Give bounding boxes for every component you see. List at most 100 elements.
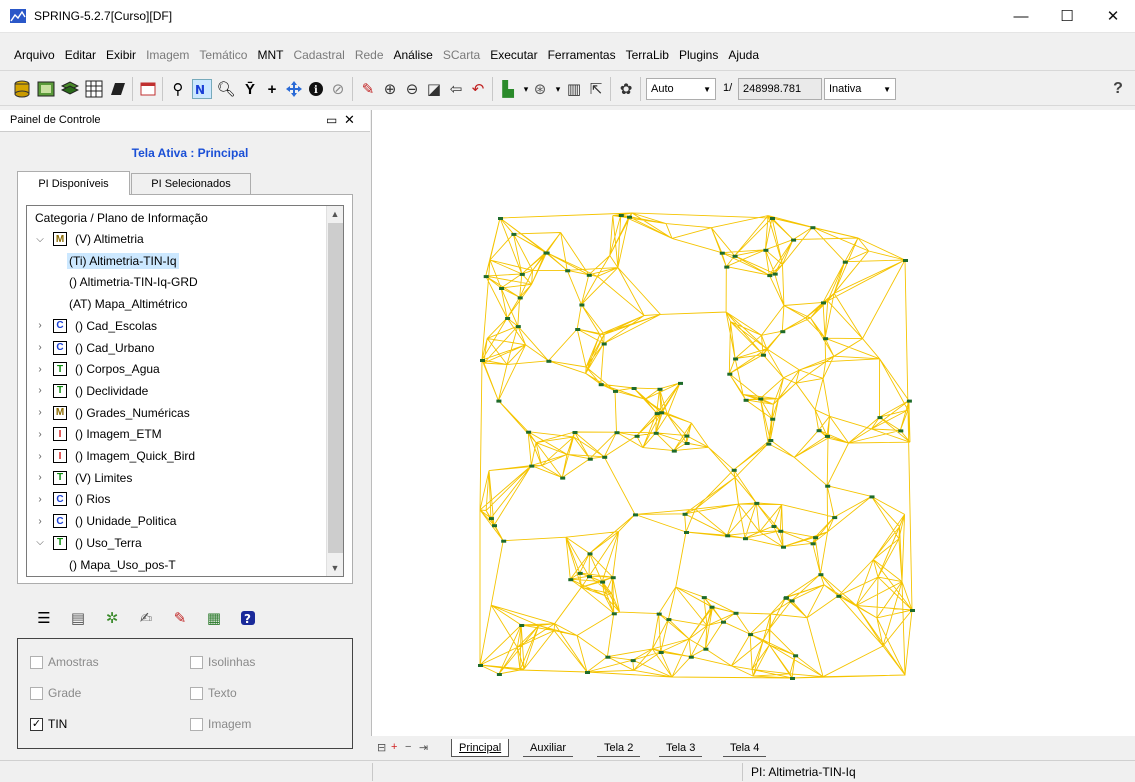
- tile-icon[interactable]: ⊟: [377, 741, 386, 754]
- menu-arquivo[interactable]: Arquivo: [14, 48, 55, 62]
- tag-icon[interactable]: ⊘: [328, 79, 348, 99]
- chevron-right-icon[interactable]: ›: [33, 494, 47, 505]
- chevron-right-icon[interactable]: ›: [33, 385, 47, 396]
- toggle-draw-icon[interactable]: N: [192, 79, 212, 99]
- project-icon[interactable]: [36, 79, 56, 99]
- tree-layer-item[interactable]: () Altimetria-TIN-Iq-GRD: [67, 272, 200, 292]
- scroll-thumb[interactable]: [328, 223, 343, 553]
- checkbox-box[interactable]: [30, 686, 43, 700]
- menu-cadastral[interactable]: Cadastral: [293, 48, 344, 62]
- database-icon[interactable]: [12, 79, 32, 99]
- tree-category-item[interactable]: › I () Imagem_ETM: [33, 424, 164, 444]
- info-icon[interactable]: i: [306, 79, 326, 99]
- tree-category-item[interactable]: › T (V) Limites: [33, 468, 134, 488]
- edit-icon[interactable]: ✍: [135, 607, 157, 629]
- map-canvas[interactable]: [371, 110, 1135, 736]
- menu-imagem[interactable]: Imagem: [146, 48, 189, 62]
- float-panel-icon[interactable]: ▭: [326, 113, 337, 127]
- menu-tem-tico[interactable]: Temático: [199, 48, 247, 62]
- menu-scarta[interactable]: SCarta: [443, 48, 480, 62]
- menu-editar[interactable]: Editar: [65, 48, 96, 62]
- add-screen-icon[interactable]: +: [391, 741, 397, 753]
- menu-mnt[interactable]: MNT: [257, 48, 283, 62]
- checkbox-imagem[interactable]: Imagem: [190, 717, 251, 731]
- chevron-right-icon[interactable]: ›: [33, 320, 47, 331]
- checkbox-texto[interactable]: Texto: [190, 686, 237, 700]
- tree-category-item[interactable]: › M () Grades_Numéricas: [33, 403, 192, 423]
- layer-tree[interactable]: Categoria / Plano de Informação ⌵ M (V) Al…: [26, 205, 344, 577]
- color-table-icon[interactable]: ▙: [498, 79, 518, 99]
- cursor-plus-icon[interactable]: ⇱: [586, 79, 606, 99]
- checkbox-isolinhas[interactable]: Isolinhas: [190, 655, 255, 669]
- palette-icon[interactable]: ✿: [616, 79, 636, 99]
- menu-rede[interactable]: Rede: [355, 48, 384, 62]
- state-select[interactable]: Inativa ▼: [824, 78, 896, 100]
- screen-tab-tela-2[interactable]: Tela 2: [597, 739, 641, 757]
- chevron-down-icon[interactable]: ⌵: [33, 537, 47, 548]
- chevron-right-icon[interactable]: ›: [33, 516, 47, 527]
- zoom-minus-icon[interactable]: ⊖: [402, 79, 422, 99]
- window-icon[interactable]: [138, 79, 158, 99]
- layers-icon[interactable]: [60, 79, 80, 99]
- crosshair-icon[interactable]: +: [262, 79, 282, 99]
- checkbox-tin[interactable]: ✓ TIN: [30, 717, 67, 731]
- close-button[interactable]: ✕: [1090, 0, 1135, 32]
- checkbox-box[interactable]: [190, 686, 203, 700]
- pan-down-icon[interactable]: Ȳ: [240, 79, 260, 99]
- undo-icon[interactable]: ↶: [468, 79, 488, 99]
- menu-exibir[interactable]: Exibir: [106, 48, 136, 62]
- remove-screen-icon[interactable]: −: [405, 741, 411, 753]
- zoom-area-icon[interactable]: ◪: [424, 79, 444, 99]
- chevron-right-icon[interactable]: ›: [33, 342, 47, 353]
- next-screen-icon[interactable]: ⇥: [419, 741, 428, 754]
- chevron-right-icon[interactable]: ›: [33, 472, 47, 483]
- screen-tab-auxiliar[interactable]: Auxiliar: [523, 739, 574, 757]
- pencil-icon[interactable]: ✎: [169, 607, 191, 629]
- scale-mode-select[interactable]: Auto ▼: [646, 78, 716, 100]
- cursor-info-icon[interactable]: ⚲: [168, 79, 188, 99]
- help-icon[interactable]: ?: [1108, 79, 1128, 99]
- menu-an-lise[interactable]: Análise: [394, 48, 433, 62]
- screen-tab-tela-3[interactable]: Tela 3: [659, 739, 703, 757]
- chevron-down-icon[interactable]: ⌵: [33, 234, 47, 245]
- menu-ferramentas[interactable]: Ferramentas: [548, 48, 616, 62]
- scroll-up-icon[interactable]: ▲: [327, 206, 343, 222]
- tree-category-item[interactable]: › C () Unidade_Politica: [33, 511, 178, 531]
- tree-category-item[interactable]: › I () Imagem_Quick_Bird: [33, 446, 197, 466]
- back-arrow-icon[interactable]: ⇦: [446, 79, 466, 99]
- coordinate-icon[interactable]: ⊛: [530, 79, 550, 99]
- zoom-in-icon[interactable]: 🔍︎: [216, 79, 236, 99]
- menu-ajuda[interactable]: Ajuda: [728, 48, 759, 62]
- tree-layer-item[interactable]: (Ti) Altimetria-TIN-Iq: [67, 251, 179, 271]
- tree-category-item[interactable]: › T () Declividade: [33, 381, 150, 401]
- help-icon[interactable]: ?: [237, 607, 259, 629]
- chevron-right-icon[interactable]: ›: [33, 451, 47, 462]
- screen-tab-principal[interactable]: Principal: [451, 739, 510, 757]
- list-icon[interactable]: ☰: [33, 607, 55, 629]
- scale-value-input[interactable]: 248998.781: [738, 78, 822, 100]
- tab-pi-selecionados[interactable]: PI Selecionados: [131, 173, 251, 195]
- pencil-icon[interactable]: ✎: [358, 79, 378, 99]
- checkbox-box[interactable]: [30, 655, 43, 669]
- menu-plugins[interactable]: Plugins: [679, 48, 718, 62]
- chevron-right-icon[interactable]: ›: [33, 429, 47, 440]
- checkbox-box[interactable]: [190, 717, 203, 731]
- tree-category-item[interactable]: › C () Cad_Escolas: [33, 316, 159, 336]
- maximize-button[interactable]: ☐: [1044, 0, 1090, 32]
- checkbox-grade[interactable]: Grade: [30, 686, 81, 700]
- tree-scrollbar[interactable]: ▲ ▼: [326, 206, 343, 576]
- tree-layer-item[interactable]: (AT) Mapa_Altimétrico: [67, 294, 189, 314]
- tab-pi-disponiveis[interactable]: PI Disponíveis: [17, 171, 130, 195]
- tree-category-item[interactable]: ⌵ T () Uso_Terra: [33, 533, 144, 553]
- menu-terralib[interactable]: TerraLib: [626, 48, 669, 62]
- chevron-right-icon[interactable]: ›: [33, 364, 47, 375]
- tree-category-item[interactable]: › T () Corpos_Agua: [33, 359, 162, 379]
- close-panel-icon[interactable]: ✕: [344, 112, 355, 128]
- grid-icon[interactable]: [84, 79, 104, 99]
- tree-category-item[interactable]: › C () Rios: [33, 489, 112, 509]
- menu-executar[interactable]: Executar: [490, 48, 537, 62]
- vector-edit-icon[interactable]: [108, 79, 128, 99]
- minimize-button[interactable]: —: [998, 0, 1044, 32]
- checkbox-box[interactable]: [190, 655, 203, 669]
- tree-category-item[interactable]: › C () Cad_Urbano: [33, 338, 156, 358]
